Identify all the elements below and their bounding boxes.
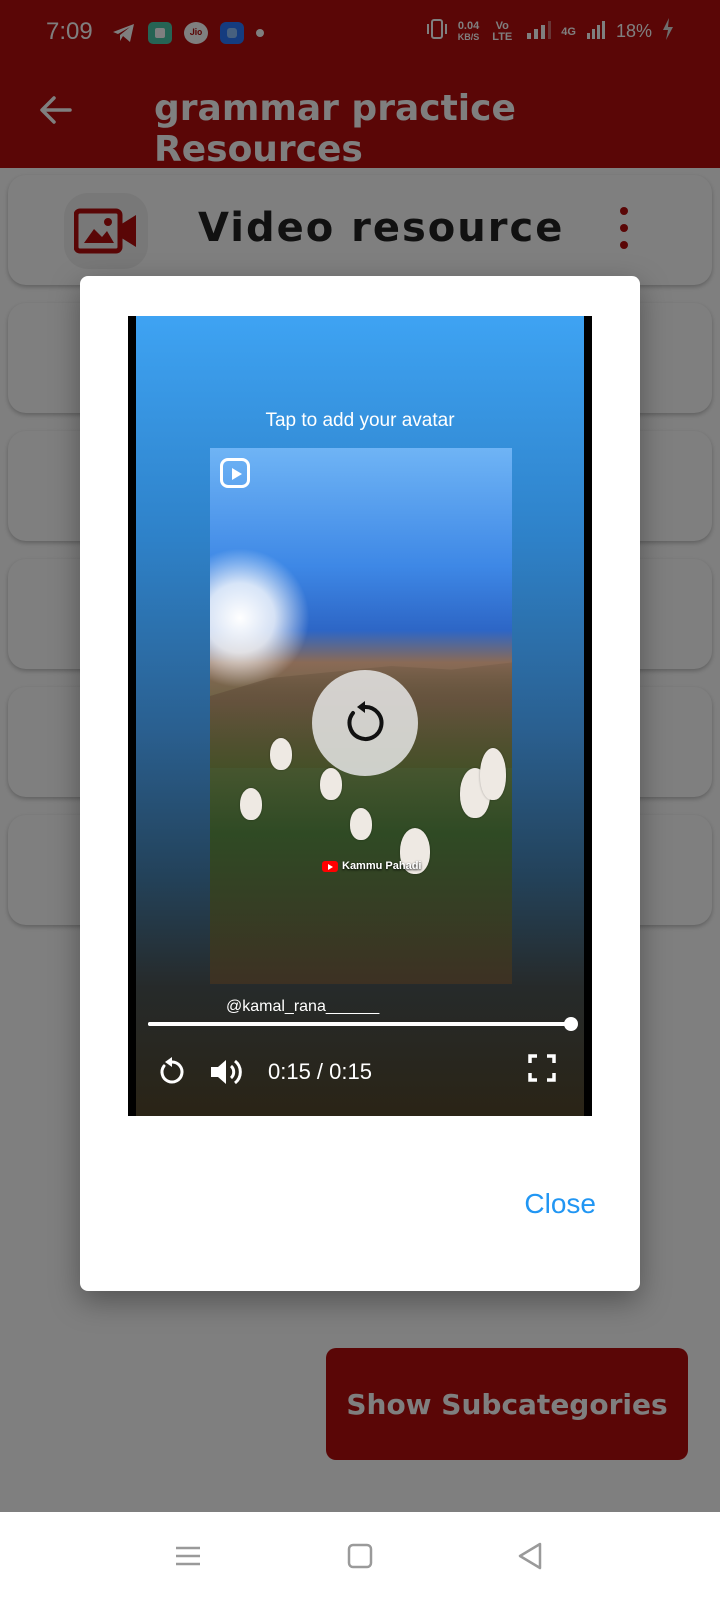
home-square-icon[interactable] <box>344 1540 376 1572</box>
creator-handle: @kamal_rana______ <box>226 998 380 1015</box>
fullscreen-icon[interactable] <box>526 1052 562 1088</box>
system-nav-bar <box>0 1512 720 1600</box>
youtube-credit: Kammu Pahadi <box>322 860 421 872</box>
video-dialog: Tap to add your avatar Kammu Pahadi @kam… <box>80 276 640 1291</box>
reels-icon <box>220 458 250 488</box>
back-triangle-icon[interactable] <box>514 1540 546 1572</box>
flower-shape <box>270 738 292 770</box>
seek-bar-fill <box>148 1022 572 1026</box>
seek-knob[interactable] <box>564 1017 578 1031</box>
video-controls: 0:15 / 0:15 <box>152 1042 572 1102</box>
sun-glare <box>210 548 310 688</box>
video-player[interactable]: Tap to add your avatar Kammu Pahadi @kam… <box>128 316 592 1116</box>
avatar-prompt[interactable]: Tap to add your avatar <box>136 410 584 432</box>
video-frame: Tap to add your avatar Kammu Pahadi @kam… <box>136 316 584 1116</box>
volume-icon[interactable] <box>206 1052 246 1092</box>
flower-shape <box>350 808 372 840</box>
flower-shape <box>320 768 342 800</box>
credit-name: Kammu Pahadi <box>342 860 422 872</box>
close-button[interactable]: Close <box>524 1188 596 1220</box>
seek-bar[interactable] <box>148 1017 578 1031</box>
flower-shape <box>480 748 506 800</box>
replay-overlay-button[interactable] <box>312 670 418 776</box>
youtube-icon <box>322 860 338 872</box>
time-display: 0:15 / 0:15 <box>268 1059 372 1084</box>
replay-icon[interactable] <box>152 1052 192 1092</box>
menu-icon[interactable] <box>172 1540 204 1572</box>
flower-shape <box>240 788 262 820</box>
